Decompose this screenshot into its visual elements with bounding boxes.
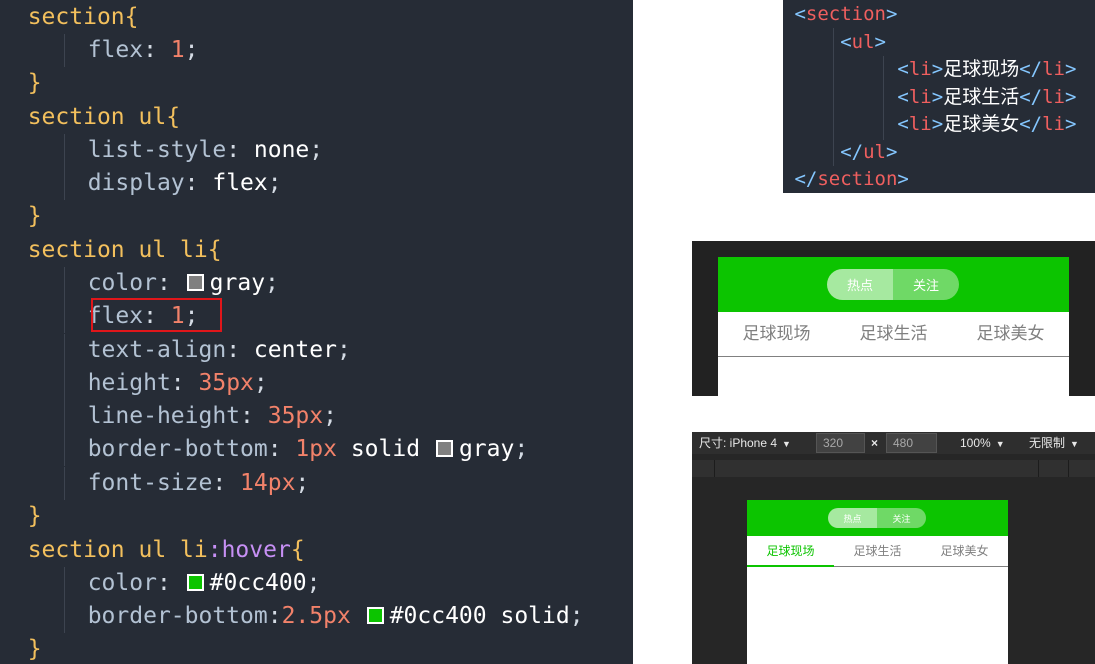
tab-football-life[interactable]: 足球生活 (834, 536, 921, 567)
color-swatch-gray (186, 274, 204, 291)
tab-football-beauty[interactable]: 足球美女 (952, 312, 1069, 357)
code-line: font-size: 14px; (0, 467, 309, 500)
times-symbol: × (871, 436, 879, 450)
toggle-hot[interactable]: 热点 (828, 508, 877, 528)
tab-football-beauty[interactable]: 足球美女 (921, 536, 1008, 567)
tab-football-live[interactable]: 足球现场 (747, 536, 834, 567)
code-line: list-style: none; (0, 134, 323, 167)
code-line: flex: 1; (0, 34, 199, 67)
code-line: display: flex; (0, 167, 282, 200)
code-line: section{ (27, 4, 139, 30)
media-query-ruler (692, 460, 1095, 477)
code-line: line-height: 35px; (0, 400, 337, 433)
color-swatch-green (186, 574, 204, 591)
color-swatch-green (366, 607, 384, 624)
html-code-panel: <section> <ul> <li>足球现场</li> <li>足球生活</l… (783, 0, 1095, 193)
width-input[interactable]: 320 (816, 433, 865, 453)
category-tabs: 足球现场 足球生活 足球美女 (747, 536, 1008, 567)
html-line: </ul> (840, 141, 898, 163)
html-line: <section> (794, 3, 898, 25)
height-input[interactable]: 480 (886, 433, 937, 453)
toggle-follow[interactable]: 关注 (877, 508, 926, 528)
dropdown-caret-icon: ▼ (995, 439, 1005, 449)
code-line: } (27, 503, 42, 529)
dropdown-caret-icon: ▼ (782, 439, 791, 449)
mobile-page: 热点 关注 足球现场 足球生活 足球美女 (718, 257, 1069, 396)
code-line: color: #0cc400; (0, 567, 320, 600)
dropdown-caret-icon: ▼ (1070, 439, 1079, 449)
css-code-panel: section{ flex: 1; } section ul{ list-sty… (0, 0, 633, 664)
code-line: section ul{ (27, 104, 181, 130)
code-line: border-bottom: 1px solid gray; (0, 433, 528, 466)
color-swatch-gray (435, 440, 453, 457)
emulated-page: 热点 关注 足球现场 足球生活 足球美女 (747, 500, 1008, 664)
html-line: <li>足球现场</li> (897, 58, 1077, 80)
device-toolbar: 尺寸: iPhone 4 ▼ 320 × 480 100% ▼ 无限制 ▼ (692, 432, 1095, 454)
flex-highlight-box (91, 298, 222, 332)
code-line: } (27, 70, 42, 96)
code-line: section ul li{ (27, 237, 222, 263)
tab-football-life[interactable]: 足球生活 (835, 312, 952, 357)
zoom-select[interactable]: 100% ▼ (960, 432, 1005, 454)
css-selector: section (27, 4, 125, 30)
green-header: 热点 关注 (718, 257, 1069, 312)
green-header: 热点 关注 (747, 500, 1008, 536)
html-line: <ul> (840, 31, 886, 53)
toggle-follow[interactable]: 关注 (893, 269, 959, 300)
html-line: </section> (794, 168, 909, 190)
html-line: <li>足球生活</li> (897, 86, 1077, 108)
throttle-select[interactable]: 无限制 ▼ (1029, 432, 1079, 454)
code-line: border-bottom:2.5px #0cc400 solid; (0, 600, 584, 633)
code-line: height: 35px; (0, 367, 268, 400)
device-size-select[interactable]: 尺寸: iPhone 4 ▼ (699, 432, 791, 454)
hot-follow-toggle: 热点 关注 (827, 269, 959, 300)
css-selector: section ul (27, 104, 167, 130)
css-selector: section ul li (27, 537, 208, 563)
category-tabs: 足球现场 足球生活 足球美女 (718, 312, 1069, 357)
tab-football-live[interactable]: 足球现场 (718, 312, 835, 357)
device-emulator: 尺寸: iPhone 4 ▼ 320 × 480 100% ▼ 无限制 ▼ 热点 关注… (692, 432, 1095, 664)
toggle-hot[interactable]: 热点 (827, 269, 893, 300)
code-line: section ul li:hover{ (27, 537, 305, 563)
hot-follow-toggle: 热点 关注 (828, 508, 926, 528)
code-line: color: gray; (0, 267, 279, 300)
code-line: } (27, 203, 42, 229)
code-line: text-align: center; (0, 334, 351, 367)
page-preview: 热点 关注 足球现场 足球生活 足球美女 (692, 241, 1095, 396)
css-selector: section ul li (27, 237, 208, 263)
code-line: } (27, 636, 42, 662)
html-line: <li>足球美女</li> (897, 113, 1077, 135)
